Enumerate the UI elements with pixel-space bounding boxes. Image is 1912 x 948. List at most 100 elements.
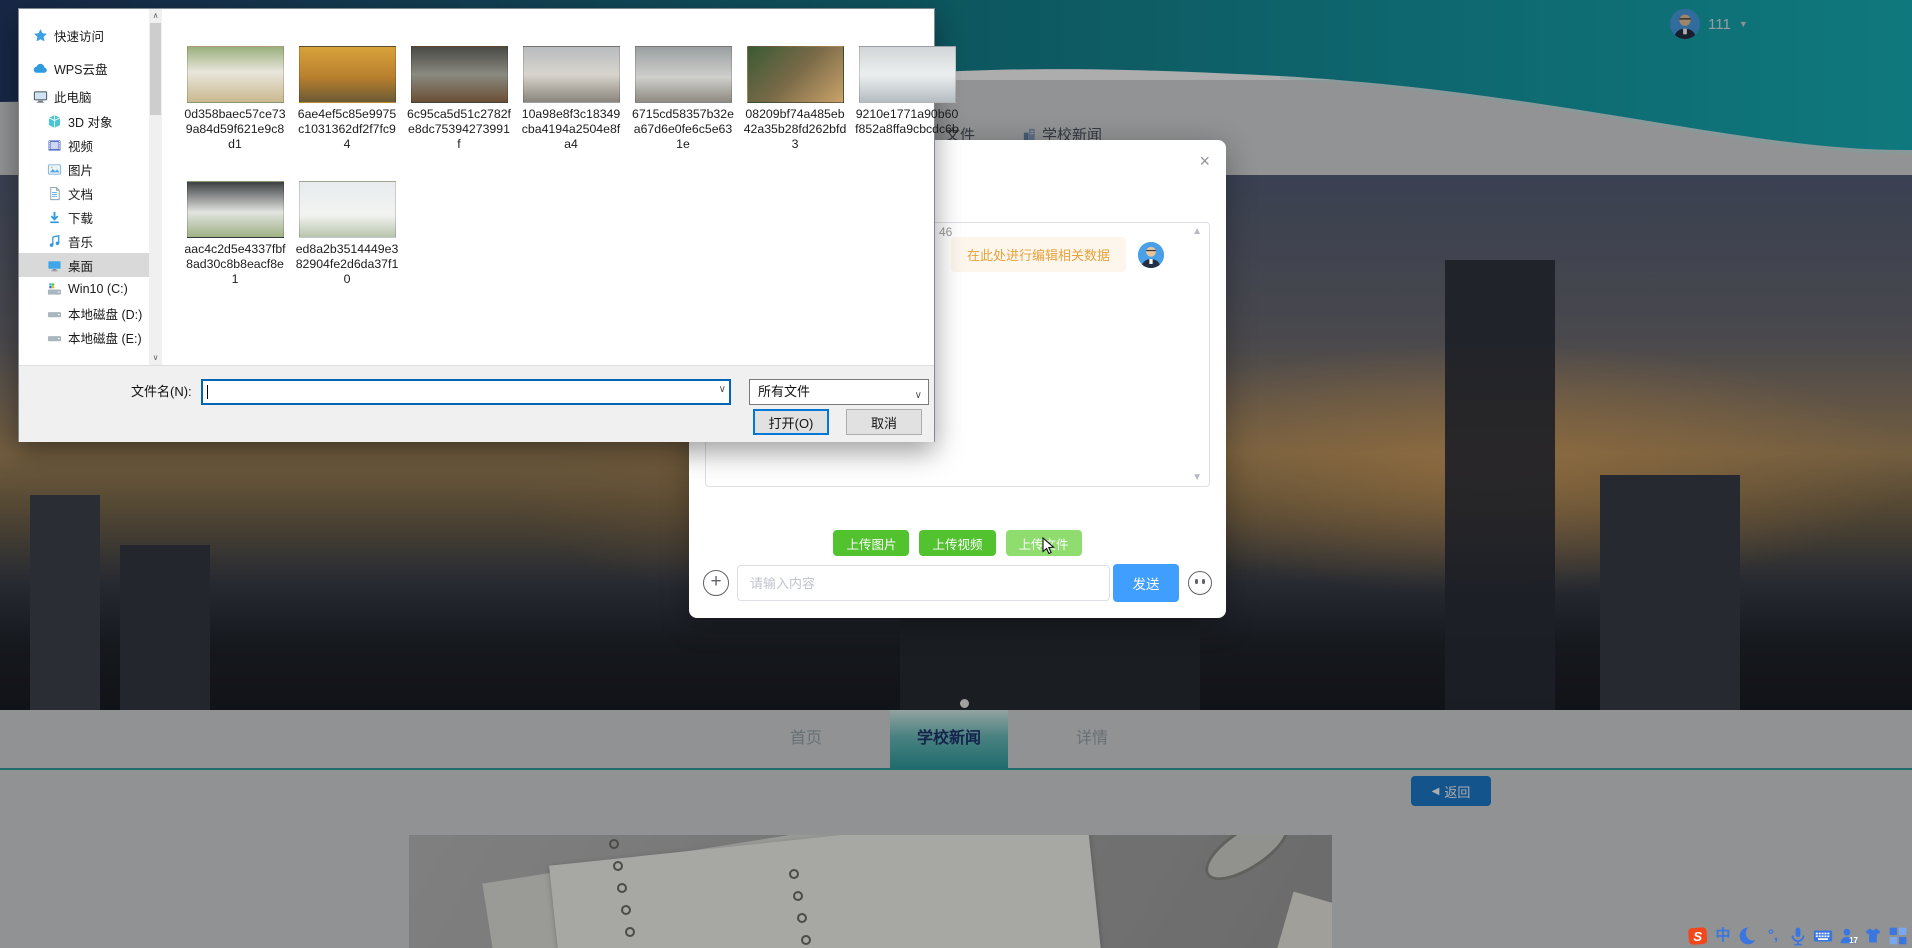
file-thumbnail [858, 46, 956, 103]
scroll-down-icon[interactable]: ▼ [1192, 472, 1202, 483]
image-icon [47, 162, 62, 177]
sidebar-item-本地磁盘 (D:)[interactable]: 本地磁盘 (D:) [19, 301, 149, 325]
drive-icon [47, 306, 62, 321]
star-icon [33, 28, 48, 43]
file-item[interactable]: 9210e1771a90b60f852a8ffa9cbcdc6b [855, 46, 959, 137]
sidebar-item-WPS云盘[interactable]: WPS云盘 [19, 56, 149, 80]
sidebar-item-label: 视频 [68, 139, 94, 154]
sidebar-item-视频[interactable]: 视频 [19, 133, 149, 157]
upload-button-上传图片[interactable]: 上传图片 [833, 530, 910, 556]
drive-icon [47, 330, 62, 345]
file-name: 6ae4ef5c85e9975c1031362df2f7fc94 [297, 107, 397, 151]
file-thumbnail [298, 46, 396, 103]
close-icon[interactable]: × [1199, 152, 1210, 170]
punctuation-icon[interactable]: °, [1763, 926, 1783, 946]
file-item[interactable]: 08209bf74a485eb42a35b28fd262bfd3 [743, 46, 847, 152]
upload-button-上传文件[interactable]: 上传文件 [1005, 530, 1082, 556]
skin-icon[interactable] [1863, 926, 1883, 946]
scroll-down-icon[interactable]: ∨ [149, 351, 162, 365]
open-button[interactable]: 打开(O) [753, 409, 829, 435]
filename-input[interactable] [203, 381, 729, 403]
moon-icon[interactable] [1738, 926, 1758, 946]
file-name: aac4c2d5e4337fbf8ad30c8b8eacf8e1 [184, 242, 286, 286]
sidebar-item-3D 对象[interactable]: 3D 对象 [19, 109, 149, 133]
sidebar-item-音乐[interactable]: 音乐 [19, 229, 149, 253]
sogou-logo-icon[interactable]: S [1688, 926, 1708, 946]
cloud-icon [33, 61, 48, 76]
file-thumbnail [410, 46, 508, 103]
filetype-select[interactable]: 所有文件 ∨ [749, 379, 929, 405]
file-thumbnail [186, 181, 284, 238]
upload-button-上传视频[interactable]: 上传视频 [919, 530, 996, 556]
file-dialog-sidebar: 快速访问 WPS云盘此电脑 3D 对象视频图片文档下载音乐桌面 Win10 (C:) 本… [19, 9, 149, 365]
screen: 111 ▼ 文件 学校新闻 首页 学校新闻 详情 ◀ 返回 × ▲ ▼ 46 在… [0, 0, 1912, 948]
sidebar-item-本地磁盘 (E:)[interactable]: 本地磁盘 (E:) [19, 325, 149, 349]
message-bubble: 在此处进行编辑相关数据 [950, 237, 1126, 272]
sidebar-item-Win10 (C:)[interactable]: Win10 (C:) [19, 277, 149, 301]
desktop-icon [47, 258, 62, 273]
sidebar-item-label: 本地磁盘 (E:) [68, 331, 142, 346]
file-open-dialog: 快速访问 WPS云盘此电脑 3D 对象视频图片文档下载音乐桌面 Win10 (C:) 本… [18, 8, 959, 442]
microphone-icon[interactable] [1788, 926, 1808, 946]
chinese-mode-icon[interactable]: 中 [1713, 926, 1733, 946]
file-item[interactable]: 6715cd58357b32ea67d6e0fe6c5e631e [631, 46, 735, 152]
sidebar-item-下载[interactable]: 下载 [19, 205, 149, 229]
file-item[interactable]: 10a98e8f3c18349cba4194a2504e8fa4 [519, 46, 623, 152]
file-item[interactable]: 6ae4ef5c85e9975c1031362df2f7fc94 [295, 46, 399, 152]
svg-text:S: S [1693, 929, 1702, 944]
message-avatar [1138, 241, 1164, 268]
sidebar-item-label: 文档 [68, 187, 94, 202]
filename-label: 文件名(N): [131, 384, 192, 399]
sidebar-item-label: WPS云盘 [54, 62, 108, 77]
toolbox-icon[interactable] [1888, 926, 1908, 946]
sidebar-item-快速访问[interactable]: 快速访问 [19, 23, 149, 47]
scroll-up-icon[interactable]: ▲ [1192, 226, 1202, 237]
file-name: 9210e1771a90b60f852a8ffa9cbcdc6b [855, 107, 959, 136]
file-name: 6715cd58357b32ea67d6e0fe6c5e631e [632, 107, 734, 151]
chat-message-input[interactable] [737, 565, 1110, 601]
message-row: 在此处进行编辑相关数据 [950, 237, 1164, 272]
cube-icon [47, 114, 62, 129]
computer-icon [33, 89, 48, 104]
file-grid: 0d358baec57ce739a84d59f621e9c8d1 6ae4ef5c… [162, 9, 959, 365]
sidebar-item-label: 3D 对象 [68, 115, 113, 130]
upload-buttons-row: 上传图片 上传视频 上传文件 [689, 530, 1226, 556]
sidebar-item-label: 音乐 [68, 235, 94, 250]
cancel-button[interactable]: 取消 [846, 409, 922, 435]
file-thumbnail [522, 46, 620, 103]
sidebar-item-label: Win10 (C:) [68, 282, 128, 296]
file-item[interactable]: 0d358baec57ce739a84d59f621e9c8d1 [183, 46, 287, 152]
sidebar-scrollbar[interactable]: ∧ ∨ [149, 9, 162, 365]
file-dialog-footer: 文件名(N): ∨ 所有文件 ∨ 打开(O) 取消 [19, 365, 934, 442]
scroll-up-icon[interactable]: ∧ [149, 9, 162, 23]
contacts-icon[interactable]: 17 [1838, 926, 1858, 946]
text-caret [207, 385, 208, 399]
sidebar-item-label: 本地磁盘 (D:) [68, 307, 143, 322]
file-thumbnail [746, 46, 844, 103]
file-name: 10a98e8f3c18349cba4194a2504e8fa4 [521, 107, 621, 151]
sidebar-item-此电脑[interactable]: 此电脑 [19, 84, 149, 108]
file-item[interactable]: ed8a2b3514449e382904fe2d6da37f10 [295, 181, 399, 287]
file-item[interactable]: 6c95ca5d51c2782fe8dc75394273991f [407, 46, 511, 152]
filetype-value: 所有文件 [758, 384, 811, 399]
sidebar-item-label: 下载 [68, 211, 94, 226]
ime-toolbar: S 中 °, 17 [1688, 924, 1908, 948]
emoji-icon[interactable] [1188, 571, 1212, 595]
file-thumbnail [298, 181, 396, 238]
sidebar-item-文档[interactable]: 文档 [19, 181, 149, 205]
drive-windows-icon [47, 282, 62, 297]
file-item[interactable]: aac4c2d5e4337fbf8ad30c8b8eacf8e1 [183, 181, 287, 287]
send-button[interactable]: 发送 [1113, 564, 1179, 602]
sidebar-item-桌面[interactable]: 桌面 [19, 253, 149, 277]
keyboard-icon[interactable] [1813, 926, 1833, 946]
chinese-mode-icon-glyph: 中 [1715, 927, 1731, 944]
file-thumbnail [186, 46, 284, 103]
chevron-down-icon[interactable]: ∨ [719, 384, 726, 395]
sidebar-item-图片[interactable]: 图片 [19, 157, 149, 181]
download-icon [47, 210, 62, 225]
plus-icon[interactable]: + [703, 570, 729, 596]
scrollbar-thumb[interactable] [150, 23, 161, 115]
filename-combobox: ∨ [201, 379, 731, 405]
sidebar-item-label: 快速访问 [54, 29, 105, 44]
file-name: 6c95ca5d51c2782fe8dc75394273991f [407, 107, 511, 151]
